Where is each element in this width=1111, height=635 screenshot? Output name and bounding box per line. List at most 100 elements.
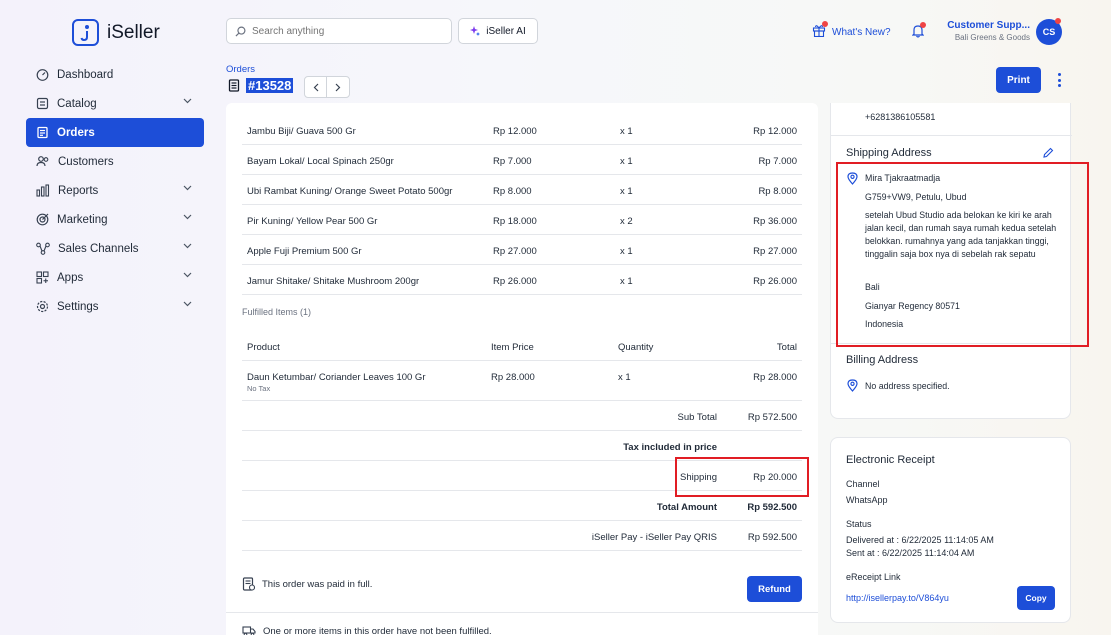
sidebar-item-orders[interactable]: Orders [26,118,204,147]
item-price: Rp 7.000 [493,156,532,167]
delivered-at: Delivered at : 6/22/2025 11:14:05 AM [846,535,994,545]
item-price: Rp 8.000 [493,186,532,197]
pencil-icon[interactable] [1042,147,1054,159]
whats-new-link[interactable]: What's New? [812,21,891,40]
chevron-down-icon [183,301,192,307]
copy-button[interactable]: Copy [1017,586,1055,610]
chevron-down-icon [183,214,192,220]
total-value: Rp 592.500 [747,502,797,513]
customer-phone: +6281386105581 [865,112,936,122]
sidebar-item-label: Sales Channels [58,242,139,255]
item-qty: x 1 [620,156,633,167]
billing-address-title: Billing Address [846,354,919,366]
table-row: Bayam Lokal/ Local Spinach 250gr Rp 7.00… [242,145,802,175]
item-price: Rp 18.000 [493,216,537,227]
divider [226,612,818,613]
avatar-initials: CS [1042,27,1056,37]
shipping-cost-highlight [675,457,809,497]
divider [831,135,1072,136]
unfulfilled-status: One or more items in this order have not… [242,625,492,635]
tax-note: No Tax [247,384,271,393]
tax-label: Tax included in price [623,442,717,453]
payment-value: Rp 592.500 [747,532,797,543]
gear-icon [36,300,49,313]
sidebar-item-dashboard[interactable]: Dashboard [26,60,204,89]
gift-icon [812,21,828,40]
shipping-address-title: Shipping Address [846,147,932,159]
item-price: Rp 27.000 [493,246,537,257]
notification-bell[interactable] [911,22,926,41]
sent-at: Sent at : 6/22/2025 11:14:04 AM [846,548,975,558]
table-row: Ubi Rambat Kuning/ Orange Sweet Potato 5… [242,175,802,205]
electronic-receipt-card: Electronic Receipt Channel WhatsApp Stat… [830,437,1071,623]
ereceipt-link-label: eReceipt Link [846,572,901,582]
orders-icon [37,126,48,139]
channel-label: Channel [846,479,880,489]
search-icon [235,26,246,37]
store-name: Bali Greens & Goods [954,33,1030,42]
item-total: Rp 26.000 [753,276,797,287]
chevron-down-icon [183,98,192,104]
avatar[interactable]: CS [1036,18,1062,45]
sidebar-item-label: Reports [58,184,99,197]
item-total: Rp 8.000 [758,186,797,197]
iseller-ai-button[interactable]: iSeller AI [458,18,538,44]
receipt-icon [228,79,240,92]
subtotal-row: Sub Total Rp 572.500 [242,401,802,431]
truck-icon [242,626,256,635]
ai-label: iSeller AI [486,25,526,37]
order-items-card: Jambu Biji/ Guava 500 Gr Rp 12.000 x 1 R… [226,103,818,635]
product-name: Jamur Shitake/ Shitake Mushroom 200gr [247,276,420,287]
sidebar-item-label: Dashboard [57,68,114,81]
product-name: Bayam Lokal/ Local Spinach 250gr [247,156,394,167]
paid-receipt-icon [242,577,255,591]
chevron-down-icon [183,185,192,191]
fulfilled-items-label: Fulfilled Items (1) [242,307,312,317]
more-options-icon[interactable] [1054,72,1064,88]
item-total: Rp 36.000 [753,216,797,227]
ereceipt-link[interactable]: http://isellerpay.to/V864yu [846,593,949,603]
previous-order-button[interactable] [305,77,327,97]
sidebar-item-customers[interactable]: Customers [26,147,204,176]
marketing-icon [36,213,49,226]
print-button[interactable]: Print [996,67,1041,93]
customers-icon [36,156,49,167]
breadcrumb[interactable]: Orders [226,64,255,75]
item-total: Rp 27.000 [753,246,797,257]
item-qty: x 2 [620,216,633,227]
product-name: Jambu Biji/ Guava 500 Gr [247,126,356,137]
item-qty: x 1 [620,186,633,197]
sparkle-icon [470,26,481,36]
next-order-button[interactable] [327,77,349,97]
paid-text: This order was paid in full. [262,578,373,590]
sidebar-item-sales-channels[interactable]: Sales Channels [26,234,204,263]
sidebar-item-apps[interactable]: Apps [26,263,204,292]
order-title: #13528 [228,78,294,93]
sidebar-item-reports[interactable]: Reports [26,176,204,205]
sidebar-item-marketing[interactable]: Marketing [26,205,204,234]
payment-row: iSeller Pay - iSeller Pay QRIS Rp 592.50… [242,521,802,551]
paid-status: This order was paid in full. [242,577,372,591]
brand-logo[interactable]: iSeller [72,19,160,46]
item-qty: x 1 [620,276,633,287]
receipt-title: Electronic Receipt [846,454,935,466]
whats-new-label: What's New? [832,26,891,38]
apps-icon [36,271,49,284]
shipping-address-highlight [836,162,1089,347]
sidebar-item-catalog[interactable]: Catalog [26,89,204,118]
item-price: Rp 28.000 [491,372,535,383]
sidebar-item-settings[interactable]: Settings [26,292,204,321]
chevron-down-icon [183,243,192,249]
column-header-total: Total [776,342,797,353]
table-row: Pir Kuning/ Yellow Pear 500 Gr Rp 18.000… [242,205,802,235]
search-input[interactable] [252,25,442,37]
search-box[interactable] [226,18,452,44]
sidebar: Dashboard Catalog Orders Customers Repor… [26,60,204,321]
refund-button[interactable]: Refund [747,576,802,602]
billing-address: No address specified. [865,381,950,391]
location-pin-icon [847,379,858,392]
product-name: Daun Ketumbar/ Coriander Leaves 100 Gr [247,372,426,383]
item-total: Rp 7.000 [758,156,797,167]
user-menu[interactable]: Customer Supp... Bali Greens & Goods [946,20,1030,42]
order-pager [304,76,350,98]
